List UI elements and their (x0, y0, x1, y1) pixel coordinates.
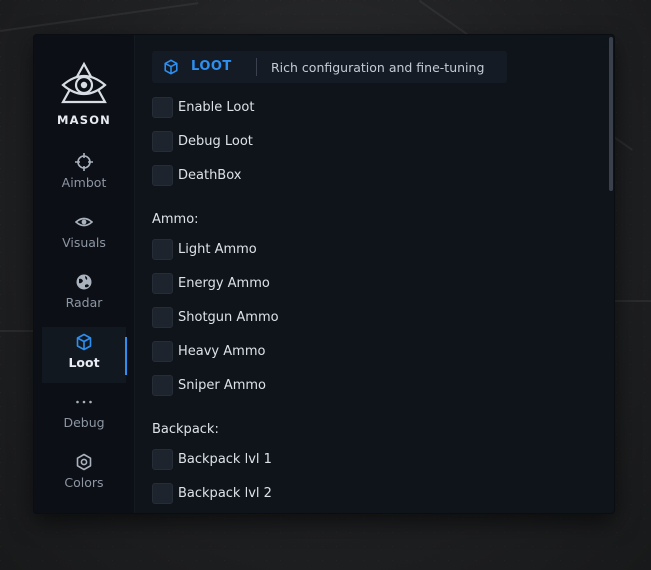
checkbox-label: Backpack lvl 2 (178, 486, 272, 501)
checkbox-box[interactable] (152, 273, 173, 294)
sidebar-item-label: Colors (64, 475, 104, 490)
checkbox-box[interactable] (152, 131, 173, 152)
sidebar-item-radar[interactable]: Radar (42, 267, 126, 323)
page-subtitle: Rich configuration and fine-tuning (271, 60, 485, 75)
content-panel: LOOT Rich configuration and fine-tuning … (135, 35, 614, 513)
checkbox-box[interactable] (152, 483, 173, 504)
globe-icon (76, 274, 92, 290)
sidebar-item-loot[interactable]: Loot (42, 327, 127, 383)
scrollbar[interactable] (609, 37, 613, 191)
sidebar-item-label: Debug (63, 415, 105, 430)
crosshair-icon (75, 153, 93, 171)
page-title: LOOT (191, 59, 232, 74)
brand-name: MASON (56, 113, 112, 127)
header-divider (256, 58, 257, 76)
cube-icon (76, 333, 92, 351)
checkbox-box[interactable] (152, 341, 173, 362)
checkbox-label: Backpack lvl 1 (178, 452, 272, 467)
sidebar-item-visuals[interactable]: Visuals (42, 207, 126, 263)
checkbox-label: Sniper Ammo (178, 378, 267, 393)
sidebar-item-colors[interactable]: Colors (42, 447, 126, 503)
ammo-section-title: Ammo: (152, 212, 199, 227)
backpack-section-title: Backpack: (152, 422, 219, 437)
checkbox-box[interactable] (152, 97, 173, 118)
checkbox-label: Energy Ammo (178, 276, 270, 291)
sidebar-item-label: Visuals (62, 235, 106, 250)
checkbox-box[interactable] (152, 165, 173, 186)
section-header: LOOT Rich configuration and fine-tuning (152, 51, 507, 83)
checkbox-box[interactable] (152, 307, 173, 328)
hex-gear-icon (76, 453, 92, 471)
checkbox-label: Debug Loot (178, 134, 253, 149)
sidebar-item-debug[interactable]: Debug (42, 387, 126, 443)
sidebar-item-label: Aimbot (61, 175, 107, 190)
dots-icon (76, 400, 92, 404)
checkbox-label: Enable Loot (178, 100, 255, 115)
loot-window: MASON Aimbot Visuals Radar Loot Debug Co… (34, 35, 614, 513)
checkbox-box[interactable] (152, 239, 173, 260)
checkbox-label: DeathBox (178, 168, 242, 183)
sidebar-item-aimbot[interactable]: Aimbot (42, 147, 126, 203)
checkbox-box[interactable] (152, 449, 173, 470)
sidebar-item-label: Loot (68, 355, 100, 370)
cube-icon (164, 59, 178, 75)
eye-icon (75, 217, 93, 227)
checkbox-label: Shotgun Ammo (178, 310, 279, 325)
eye-pyramid-icon (61, 61, 107, 104)
brand-logo: MASON (34, 61, 134, 127)
checkbox-label: Light Ammo (178, 242, 257, 257)
checkbox-label: Heavy Ammo (178, 344, 266, 359)
checkbox-box[interactable] (152, 375, 173, 396)
sidebar-item-label: Radar (65, 295, 103, 310)
sidebar: MASON Aimbot Visuals Radar Loot Debug Co… (34, 35, 135, 513)
